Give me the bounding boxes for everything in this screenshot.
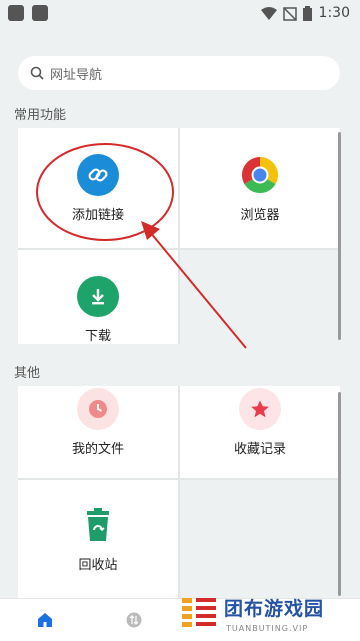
favorites-tile[interactable]: 收藏记录 [180,386,340,478]
watermark: 团布游戏园 TUANBUTING.VIP [178,592,360,640]
sort-tab[interactable] [125,611,143,629]
sort-icon [126,612,142,628]
recycle-bin-icon [77,504,119,546]
home-tab[interactable] [36,611,54,629]
highlight-ellipse [36,143,174,241]
section-title-other: 其他 [14,366,41,381]
recycle-bin-label: 回收站 [78,558,118,573]
empty-tile [180,480,340,598]
scrollbar[interactable] [338,392,341,596]
favorites-label: 收藏记录 [233,442,286,457]
my-files-tile[interactable]: 我的文件 [18,386,178,478]
other-grid: 我的文件 收藏记录 回收站 [18,386,340,598]
clock-icon [77,388,119,430]
watermark-logo [182,598,216,627]
watermark-subtext: TUANBUTING.VIP [226,624,309,633]
my-files-label: 我的文件 [71,442,124,457]
recycle-bin-tile[interactable]: 回收站 [18,480,178,598]
watermark-text: 团布游戏园 [224,598,325,620]
annotation-arrow [149,231,247,349]
star-icon [239,388,281,430]
home-icon [38,613,52,627]
